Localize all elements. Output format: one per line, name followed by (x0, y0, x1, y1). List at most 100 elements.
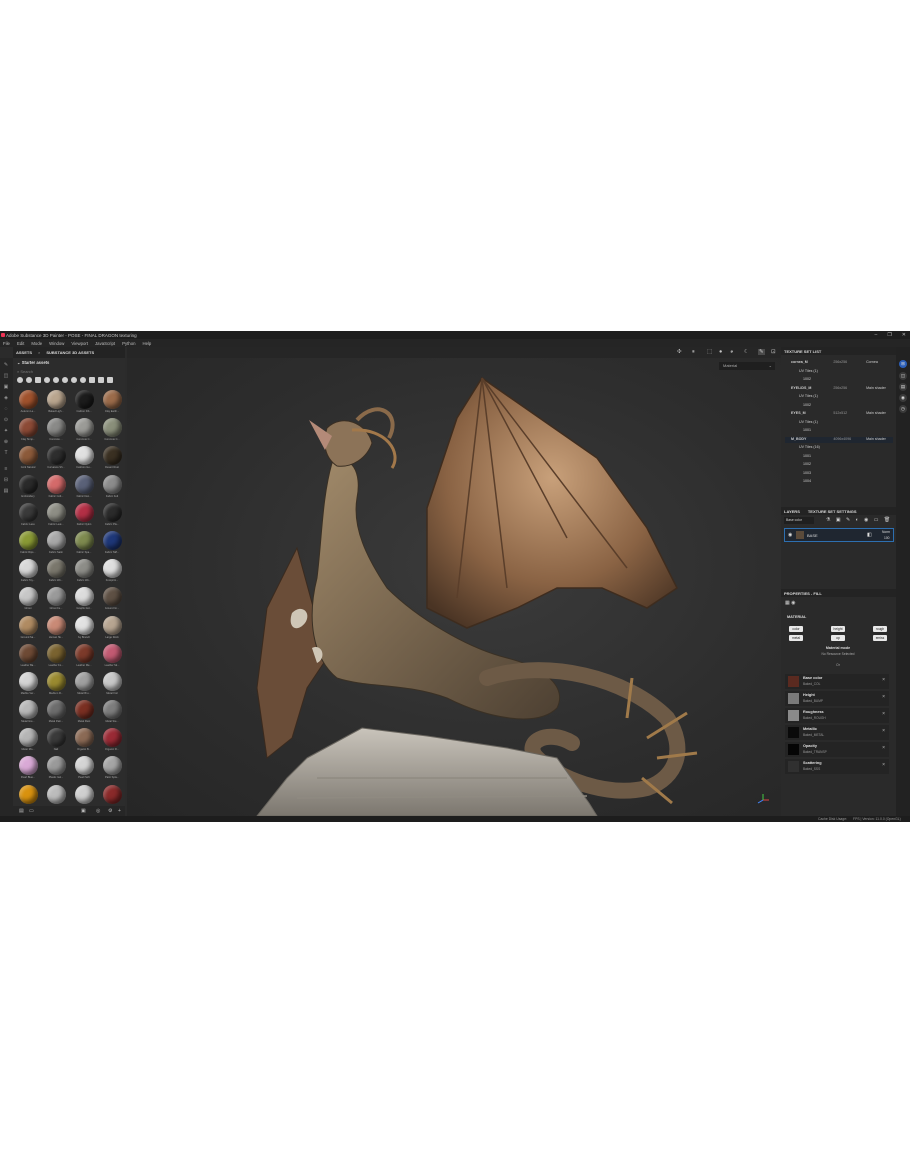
texture-set-shader[interactable]: Main shader (866, 411, 893, 417)
add-asset-icon[interactable]: + (118, 808, 121, 814)
asset-tile[interactable]: Pearl Soft (71, 756, 97, 781)
close-tab-icon[interactable]: × (38, 350, 40, 355)
asset-tile[interactable]: Large Rock (99, 615, 125, 641)
asset-tile[interactable]: Concrete ... (43, 418, 69, 443)
layer-opacity[interactable]: 100 (884, 536, 890, 540)
paint-brush-icon[interactable]: ✎ (3, 362, 9, 368)
texture-set-resolution[interactable] (838, 420, 868, 426)
paint-mode-icon[interactable]: ✎ (758, 349, 765, 355)
asset-tile[interactable]: Carbon Fib... (71, 390, 97, 415)
channel-slot[interactable]: Base color Baked_COL × (785, 674, 889, 689)
chip-op[interactable]: op (831, 635, 845, 641)
settings-icon[interactable]: ⚙ (108, 808, 112, 814)
toggle-list-icon[interactable]: ▤ (19, 808, 24, 814)
texture-set-shader[interactable]: Main shader (866, 386, 893, 392)
asset-tile[interactable]: Metal Pain... (43, 700, 69, 725)
channel-texture-thumbnail[interactable] (788, 761, 799, 772)
projection-icon[interactable]: ▣ (3, 384, 9, 390)
moon-icon[interactable]: ☾ (744, 349, 749, 355)
menu-window[interactable]: Window (49, 341, 64, 346)
uv-tiles-row[interactable]: UV Tiles (16) (785, 445, 893, 451)
display-settings-icon[interactable]: ◫ (899, 372, 907, 380)
asset-search[interactable]: ⌕ Search (17, 369, 121, 375)
asset-tile[interactable]: Human Sk... (43, 615, 69, 641)
texture-set-resolution[interactable] (838, 369, 868, 375)
render-icon[interactable]: ◕ (730, 349, 733, 355)
layer-row-base[interactable]: ◉ BASE ◧ Norm 100 (784, 528, 894, 542)
layer-toolbar-icons[interactable]: ⚗ ▣ ✎ ◐ ◉ ▭ 🗑 (826, 517, 892, 523)
channel-texture-thumbnail[interactable] (788, 710, 799, 721)
texture-set-shader[interactable] (869, 377, 893, 383)
filter-materials-icon[interactable] (17, 377, 23, 383)
asset-tile[interactable]: Footprint... (99, 559, 125, 584)
thumbnail-size-icon[interactable]: ▣ (81, 808, 86, 814)
fill-type-icons[interactable]: ▦ ◉ (785, 600, 795, 606)
udim-tile-row[interactable]: 1004 (785, 479, 893, 485)
asset-tile[interactable]: Clay Simp... (15, 418, 41, 443)
asset-tile[interactable]: Baked Ligh... (43, 390, 69, 415)
photo-icon[interactable]: ⊡ (771, 349, 776, 355)
asset-tile[interactable]: Clay Earth... (99, 390, 125, 415)
texture-set-shader[interactable] (868, 369, 893, 375)
udim-tile-row[interactable]: 1003 (785, 471, 893, 477)
asset-tile[interactable]: Metal Ste... (99, 700, 125, 725)
asset-tile[interactable]: Pearl Blue... (15, 756, 41, 781)
close-window-icon[interactable]: ✕ (902, 331, 906, 339)
asset-tile[interactable]: Concrete C... (99, 418, 125, 443)
visibility-eye-icon[interactable]: ◉ (788, 532, 792, 538)
uv-tiles-row[interactable]: UV Tiles (1) (785, 369, 893, 375)
asset-tile[interactable]: Ground Sa... (15, 615, 41, 641)
pause-icon[interactable]: ⏸ (692, 349, 695, 356)
udim-tile-row[interactable]: 1002 (785, 377, 893, 383)
asset-tile[interactable]: Fabric Den... (71, 474, 97, 500)
texture-set-resolution[interactable] (840, 462, 869, 468)
texture-set-shader[interactable] (869, 428, 893, 434)
tab-layers[interactable]: LAYERS (784, 509, 800, 514)
dragon-model[interactable] (127, 358, 781, 816)
filter-filters-icon[interactable] (62, 377, 68, 383)
texture-set-shader[interactable] (869, 471, 893, 477)
asset-tile[interactable]: Cushion Ge... (71, 446, 97, 471)
asset-tile[interactable]: Organic Fl... (99, 728, 125, 753)
asset-tile[interactable]: Leather Me... (71, 643, 97, 669)
udim-tile-row[interactable]: 1001 (785, 428, 893, 434)
filter-text-icon[interactable] (98, 377, 104, 383)
asset-tile[interactable]: Curvature Sh... (43, 446, 69, 471)
udim-tile-row[interactable]: 1002 (785, 403, 893, 409)
asset-tile[interactable]: Autumn Le... (15, 390, 41, 415)
texture-set-dock-icon[interactable]: ⊞ (899, 360, 907, 368)
asset-tile[interactable]: Ghost Fe... (43, 587, 69, 612)
tab-assets[interactable]: ASSETS (16, 350, 32, 355)
clone-icon[interactable]: ⊙ (3, 417, 9, 423)
texture-set-row[interactable]: cornea_M 256x256 Cornea (785, 360, 893, 366)
channel-slot[interactable]: Roughness Baked_ROUGH × (785, 708, 889, 723)
texture-set-shader[interactable] (869, 462, 893, 468)
texture-set-shader[interactable] (869, 479, 893, 485)
asset-tile[interactable]: Fabric Lace (15, 502, 41, 528)
eraser-icon[interactable]: ◫ (3, 373, 9, 379)
asset-tile[interactable]: Leather Ba... (15, 643, 41, 669)
shelf-icon[interactable]: ⊟ (3, 477, 9, 483)
udim-tile-row[interactable]: 1001 (785, 454, 893, 460)
asset-tile[interactable]: Fabric Toy... (15, 559, 41, 584)
channel-texture-thumbnail[interactable] (788, 693, 799, 704)
texture-set-resolution[interactable] (840, 403, 869, 409)
asset-tile[interactable]: Concrete C... (71, 418, 97, 443)
texture-set-shader[interactable]: Main shader (866, 437, 893, 443)
tab-substance-3d-assets[interactable]: SUBSTANCE 3D ASSETS (46, 350, 94, 355)
uv-tiles-row[interactable]: UV Tiles (1) (785, 394, 893, 400)
asset-tile[interactable]: Fabric Taff... (99, 530, 125, 556)
asset-tile[interactable]: Ghost (15, 587, 41, 612)
text-tool-icon[interactable]: T (3, 450, 9, 456)
polygon-fill-icon[interactable]: ◈ (3, 395, 9, 401)
asset-tile[interactable]: Fabric Leat... (43, 502, 69, 528)
menu-viewport[interactable]: Viewport (71, 341, 88, 346)
filter-alphas-icon[interactable] (44, 377, 50, 383)
layers-stack-icon[interactable]: ≡ (3, 466, 9, 472)
channel-slot[interactable]: Metallic Baked_METAL × (785, 725, 889, 740)
camera-icon[interactable]: ⬚ (707, 349, 712, 355)
asset-tile[interactable]: Fabric Wo... (71, 559, 97, 584)
channel-slot[interactable]: Height Baked_BUMP × (785, 691, 889, 706)
filter-shaders-icon[interactable] (80, 377, 86, 383)
texture-set-resolution[interactable]: 256x256 (833, 386, 866, 392)
